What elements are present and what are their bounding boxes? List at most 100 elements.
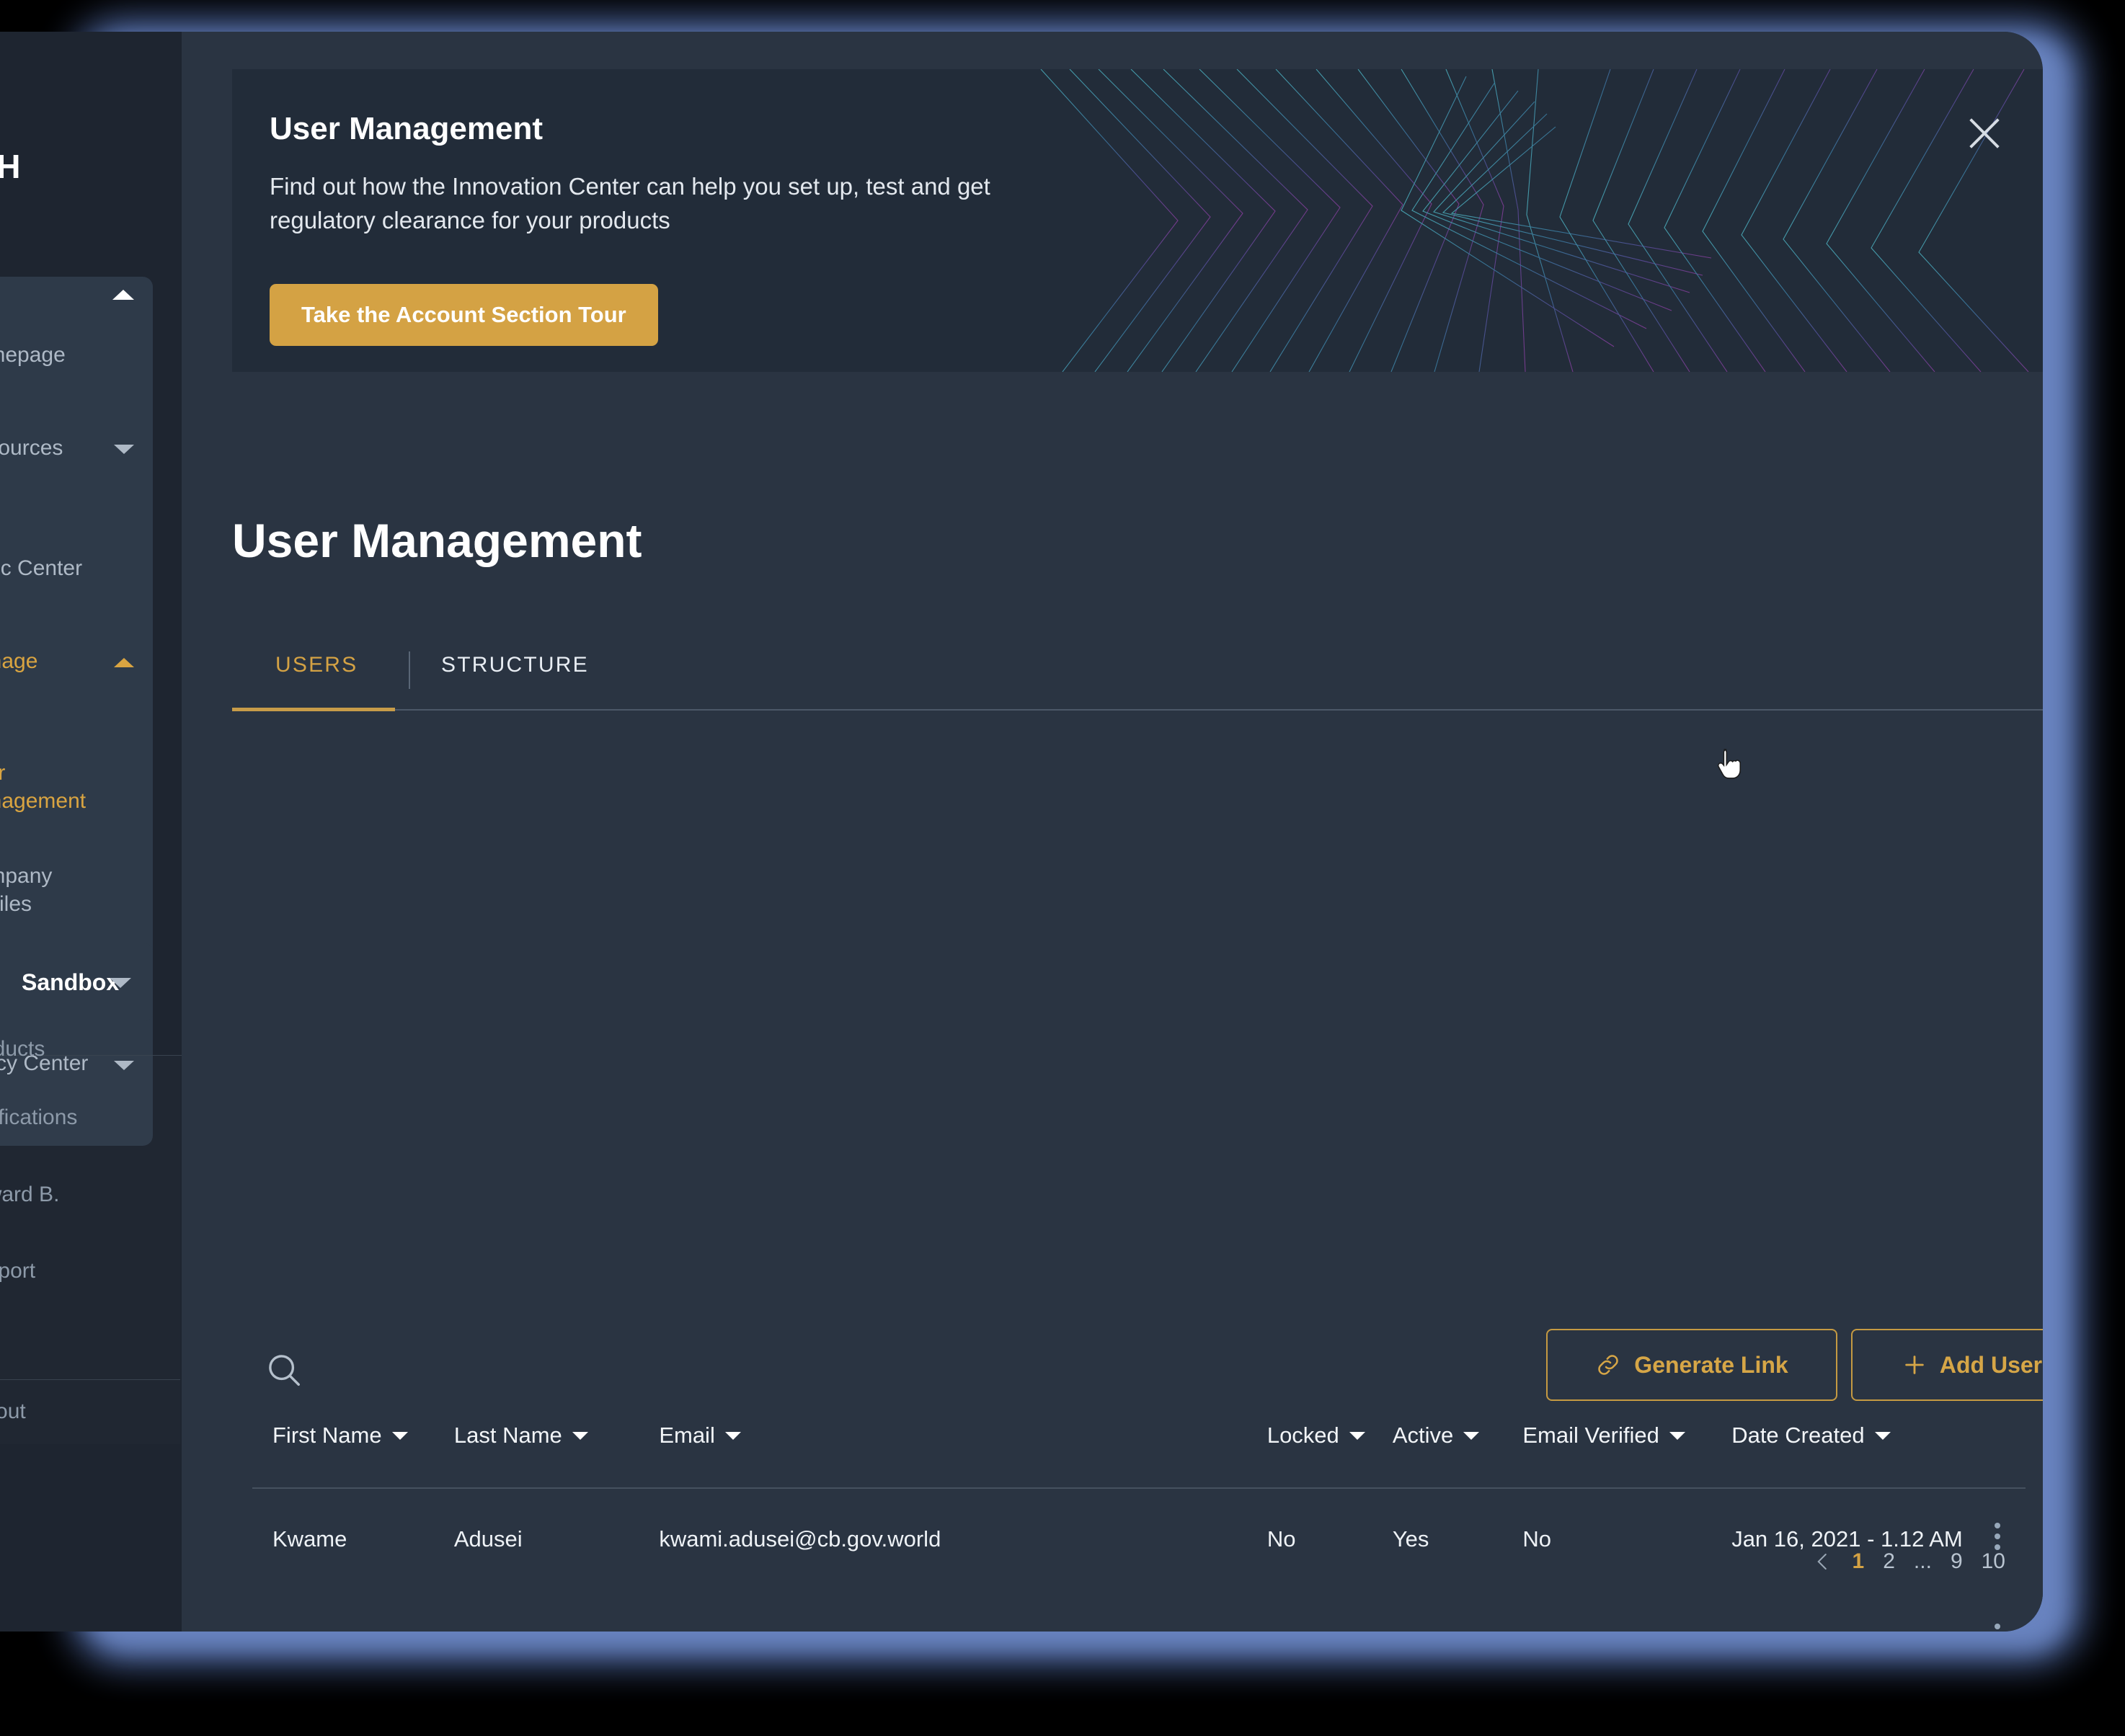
add-user-button[interactable]: Add User <box>1851 1329 2043 1401</box>
page-title: User Management <box>232 514 642 567</box>
sidebar-divider-2 <box>0 1379 180 1380</box>
kebab-menu-icon[interactable] <box>1994 1619 2000 1632</box>
column-header-last-name[interactable]: Last Name <box>454 1423 659 1488</box>
cell-spacer <box>1086 1590 1266 1632</box>
tab-structure[interactable]: STRUCTURE <box>441 653 589 677</box>
cell-last-name: Nettey <box>454 1590 659 1632</box>
sidebar-item-account[interactable]: Edward B. <box>0 1183 153 1207</box>
column-header-first-name[interactable]: First Name <box>252 1423 454 1488</box>
sidebar-item-logic-center[interactable]: Logic Center <box>0 509 153 602</box>
sidebar-item-label: Resources <box>0 436 63 460</box>
chevron-down-icon <box>110 978 131 988</box>
cell-locked: No <box>1267 1590 1393 1632</box>
chevron-left-icon[interactable] <box>1812 1548 1834 1575</box>
tab-bar: USERS STRUCTURE <box>232 623 2043 711</box>
sort-caret-icon <box>1669 1431 1685 1440</box>
column-label: Date Created <box>1731 1423 1865 1448</box>
column-header-date-created[interactable]: Date Created <box>1731 1423 1969 1488</box>
take-tour-button[interactable]: Take the Account Section Tour <box>270 284 658 346</box>
promo-banner: User Management Find out how the Innovat… <box>232 69 2043 372</box>
environment-selector[interactable]: Sandbox <box>0 943 153 1021</box>
sidebar-item-company-profiles[interactable]: Company Profiles <box>0 825 153 928</box>
column-header-actions <box>1969 1423 2026 1488</box>
sidebar-item-products[interactable]: Products <box>0 1037 153 1061</box>
cell-email: david.nettey@cb.gov.world <box>659 1590 1086 1632</box>
pagination: 1 2... 9 10 <box>1812 1548 2005 1575</box>
table-row[interactable]: Kwame Adusei kwami.adusei@cb.gov.world No Ye… <box>252 1488 2026 1590</box>
tab-bar-divider <box>232 709 2043 711</box>
pagination-page-1[interactable]: 1 <box>1853 1549 1865 1574</box>
banner-title: User Management <box>270 111 544 146</box>
main-content: User Management Find out how the Innovat… <box>182 32 2043 1632</box>
sidebar-item-label: Support <box>0 1259 36 1283</box>
sidebar-item-user-management[interactable]: User Management <box>0 722 153 825</box>
generate-link-button[interactable]: Generate Link <box>1546 1329 1837 1401</box>
column-header-spacer <box>1086 1423 1266 1488</box>
sidebar-item-label: Edward B. <box>0 1183 60 1206</box>
cell-active: No <box>1393 1590 1523 1632</box>
users-table: First Name Last Name Email Locked Active… <box>252 1423 2026 1632</box>
decorative-line-art <box>1040 69 2029 372</box>
brand-logo: CH <box>0 148 22 185</box>
sort-caret-icon <box>391 1431 408 1440</box>
cell-date-created: Jan 09, 2021 - 5.22 AM <box>1731 1590 1969 1632</box>
cell-spacer <box>1086 1488 1266 1590</box>
pagination-page-10[interactable]: 10 <box>1982 1549 2005 1574</box>
sidebar-item-logout[interactable]: Logout <box>0 1399 153 1424</box>
users-panel: USERS STRUCTURE Generate Link Add User F… <box>232 623 2043 1632</box>
users-table-container: First Name Last Name Email Locked Active… <box>252 1423 2026 1632</box>
column-header-locked[interactable]: Locked <box>1267 1423 1393 1488</box>
tab-users[interactable]: USERS <box>275 653 358 677</box>
sidebar-item-resources[interactable]: Resources <box>0 388 153 509</box>
pagination-page-9[interactable]: 9 <box>1951 1549 1963 1574</box>
column-header-active[interactable]: Active <box>1393 1423 1523 1488</box>
sort-caret-icon <box>1349 1431 1365 1440</box>
add-user-label: Add User <box>1939 1351 2043 1378</box>
sidebar-item-label: User Management <box>0 761 86 813</box>
column-label: First Name <box>272 1423 382 1448</box>
sidebar-item-label: Logic Center <box>0 556 83 581</box>
sidebar-item-label: Products <box>0 1037 45 1061</box>
chevron-up-icon <box>114 658 134 668</box>
link-icon <box>1598 1355 1618 1375</box>
app-window: CH Homepage Resources Logic Center Manag… <box>0 32 2043 1632</box>
sidebar-item-notifications[interactable]: Notifications <box>0 1105 153 1130</box>
table-head: First Name Last Name Email Locked Active… <box>252 1423 2026 1488</box>
sort-caret-icon <box>724 1431 741 1440</box>
pagination-ellipsis: ... <box>1913 1549 1932 1573</box>
column-label: Last Name <box>453 1423 562 1448</box>
column-label: Email Verified <box>1522 1423 1659 1448</box>
cell-locked: No <box>1266 1526 1296 1552</box>
column-header-email-verified[interactable]: Email Verified <box>1522 1423 1731 1488</box>
sidebar: CH Homepage Resources Logic Center Manag… <box>0 32 209 1632</box>
search-icon[interactable] <box>265 1350 303 1389</box>
row-actions-cell <box>1969 1590 2026 1632</box>
table-header-row: First Name Last Name Email Locked Active… <box>252 1423 2026 1488</box>
sidebar-item-manage[interactable]: Manage <box>0 602 153 722</box>
sort-caret-icon <box>1463 1431 1480 1440</box>
table-row[interactable]: DavidNetteydavid.nettey@cb.gov.worldNoNo… <box>252 1590 2026 1632</box>
sidebar-item-label: Notifications <box>0 1105 78 1129</box>
sidebar-item-label: Logout <box>0 1399 26 1423</box>
tab-active-indicator <box>232 708 395 711</box>
plus-icon <box>1905 1356 1924 1374</box>
banner-subtitle: Find out how the Innovation Center can h… <box>270 173 990 233</box>
column-label: Locked <box>1266 1423 1339 1448</box>
generate-link-label: Generate Link <box>1634 1351 1788 1378</box>
table-body: Kwame Adusei kwami.adusei@cb.gov.world No Ye… <box>252 1488 2026 1632</box>
sidebar-item-support[interactable]: Support <box>0 1259 153 1283</box>
cell-last-name: Adusei <box>453 1526 523 1552</box>
sidebar-item-label: Company Profiles <box>0 864 53 916</box>
sidebar-item-label: Homepage <box>0 343 66 368</box>
tab-separator <box>409 651 410 689</box>
sidebar-item-homepage[interactable]: Homepage <box>0 295 153 388</box>
close-icon[interactable] <box>1964 112 2005 154</box>
cell-email-verified: No <box>1522 1526 1551 1552</box>
sort-caret-icon <box>572 1431 588 1440</box>
column-label: Active <box>1392 1423 1454 1448</box>
pagination-page-2[interactable]: 2 <box>1883 1549 1895 1574</box>
sidebar-item-label: Manage <box>0 649 38 674</box>
column-header-email[interactable]: Email <box>659 1423 1086 1488</box>
sort-caret-icon <box>1874 1431 1891 1440</box>
cell-first-name: Kwame <box>272 1526 347 1552</box>
